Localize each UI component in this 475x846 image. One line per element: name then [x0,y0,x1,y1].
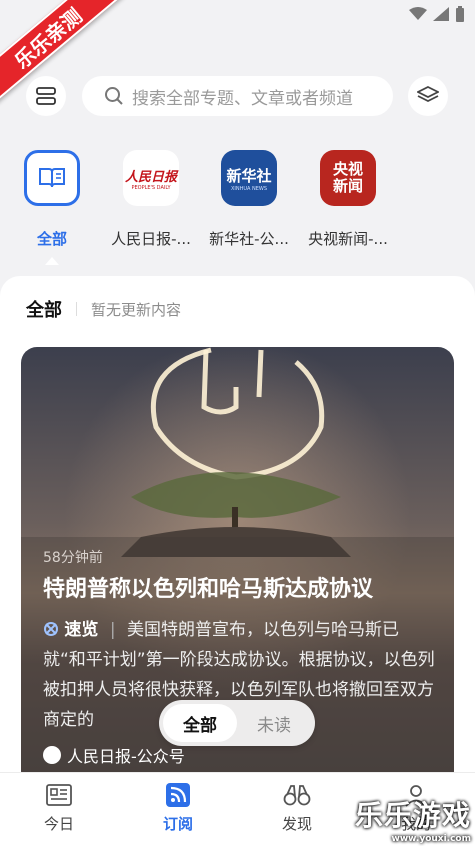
layers-icon [417,86,439,103]
top-bar: 搜索全部专题、文章或者频道 [0,76,475,116]
filter-unread-button[interactable]: 未读 [237,704,311,742]
signal-icon [433,7,449,21]
article-time: 58分钟前 [43,550,103,566]
binoculars-icon [283,785,311,806]
tab-subscribe[interactable]: 订阅 [138,783,218,834]
quick-view-icon [44,622,58,636]
renmin-logo: 人民日报 PEOPLE'S DAILY [123,150,179,206]
filter-all-button[interactable]: 全部 [163,704,237,742]
layers-button[interactable] [408,76,448,116]
corner-watermark: 乐乐游戏 www.youxi.com [355,794,471,844]
watermark-text: 乐乐游戏 [354,799,471,832]
panel-header: 全部 暂无更新内容 [26,296,181,322]
tag-separator: | [109,620,116,640]
cctv-logo: 央视 新闻 [320,150,376,206]
search-placeholder: 搜索全部专题、文章或者频道 [132,88,353,109]
rss-icon [166,783,190,807]
divider [76,302,77,316]
channel-xinhua-label: 新华社-公... [209,230,289,248]
panel-title: 全部 [26,300,62,321]
channel-list: 全部 人民日报 PEOPLE'S DAILY 人民日报-... 新华社 XINH… [0,150,475,265]
channel-xinhua[interactable]: 新华社 XINHUA NEWS 新华社-公... [199,150,299,249]
source-avatar [43,746,61,764]
tab-discover[interactable]: 发现 [257,783,337,834]
wifi-icon [409,7,427,20]
channel-renmin[interactable]: 人民日报 PEOPLE'S DAILY 人民日报-... [101,150,201,249]
article-tag: 速览 [64,620,99,640]
battery-icon [456,6,464,22]
panel-subtitle: 暂无更新内容 [91,300,182,319]
channel-cctv[interactable]: 央视 新闻 央视新闻-... [298,150,398,249]
xinhua-logo: 新华社 XINHUA NEWS [221,150,277,206]
read-filter-toggle: 全部 未读 [159,700,315,746]
channel-renmin-label: 人民日报-... [111,230,191,248]
active-indicator-icon [45,257,59,265]
newspaper-icon [46,784,72,806]
search-input[interactable]: 搜索全部专题、文章或者频道 [82,76,393,116]
tab-subscribe-label: 订阅 [162,815,193,833]
feed-panel: 全部 暂无更新内容 58分钟前 特朗普称以色列和哈马斯达成协议 速览 | 美国特… [0,276,475,846]
search-icon [105,87,123,105]
channel-cctv-label: 央视新闻-... [308,230,388,248]
channel-all[interactable]: 全部 [2,150,102,265]
article-source: 人民日报-公众号 [43,743,185,767]
channel-all-label: 全部 [36,230,67,248]
tab-discover-label: 发现 [281,815,312,833]
menu-button[interactable] [26,76,66,116]
tab-today[interactable]: 今日 [19,783,99,834]
tab-today-label: 今日 [43,815,74,833]
source-name: 人民日报-公众号 [67,747,185,766]
channel-all-logo [24,150,80,206]
list-icon [36,87,56,105]
book-icon [39,168,65,188]
article-title: 特朗普称以色列和哈马斯达成协议 [43,577,374,602]
watermark-url: www.youxi.com [391,834,471,844]
